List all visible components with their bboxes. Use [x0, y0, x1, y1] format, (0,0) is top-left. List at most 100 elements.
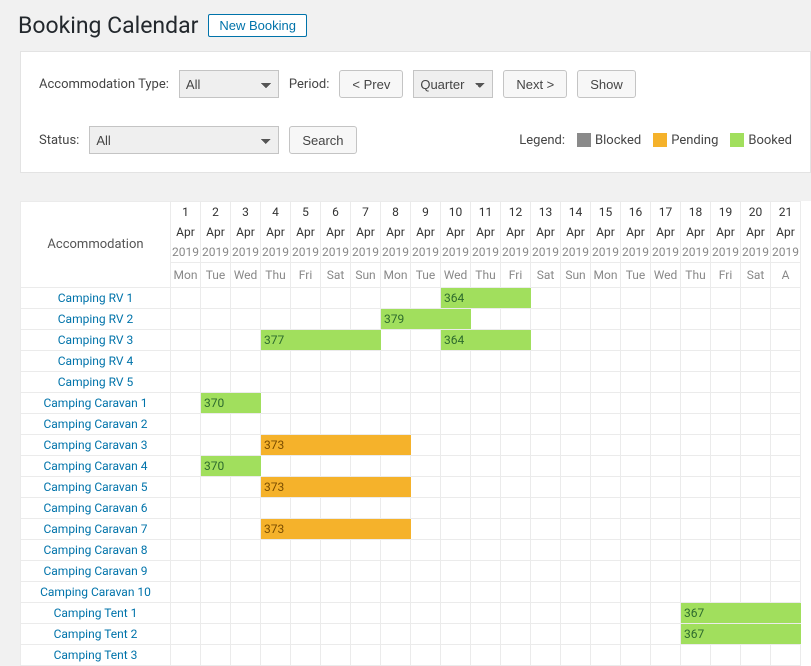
calendar-cell[interactable] [261, 603, 291, 624]
accommodation-link[interactable]: Camping Caravan 8 [43, 543, 147, 557]
calendar-cell[interactable] [441, 540, 471, 561]
calendar-cell[interactable] [621, 477, 651, 498]
calendar-cell[interactable] [381, 351, 411, 372]
calendar-cell[interactable] [771, 414, 801, 435]
calendar-cell[interactable] [261, 540, 291, 561]
calendar-cell[interactable] [171, 477, 201, 498]
calendar-cell[interactable] [621, 309, 651, 330]
calendar-cell[interactable] [231, 561, 261, 582]
calendar-cell[interactable] [741, 477, 771, 498]
calendar-cell[interactable] [381, 624, 411, 645]
calendar-cell[interactable] [681, 414, 711, 435]
calendar-cell[interactable] [411, 603, 441, 624]
calendar-cell[interactable] [561, 372, 591, 393]
calendar-cell[interactable] [231, 540, 261, 561]
calendar-cell[interactable] [651, 540, 681, 561]
booking-bar[interactable]: 364 [441, 288, 531, 308]
calendar-cell[interactable] [441, 624, 471, 645]
calendar-cell[interactable] [531, 582, 561, 603]
calendar-cell[interactable] [621, 645, 651, 666]
calendar-cell[interactable] [411, 351, 441, 372]
calendar-cell[interactable] [321, 351, 351, 372]
calendar-cell[interactable] [741, 456, 771, 477]
calendar-cell[interactable] [471, 351, 501, 372]
calendar-cell[interactable] [411, 624, 441, 645]
calendar-cell[interactable] [171, 309, 201, 330]
calendar-cell[interactable] [741, 372, 771, 393]
calendar-cell[interactable] [441, 435, 471, 456]
calendar-cell[interactable] [651, 519, 681, 540]
calendar-cell[interactable] [291, 351, 321, 372]
calendar-cell[interactable] [201, 351, 231, 372]
calendar-cell[interactable] [501, 624, 531, 645]
calendar-cell[interactable] [651, 645, 681, 666]
calendar-cell[interactable] [261, 393, 291, 414]
calendar-cell[interactable] [201, 288, 231, 309]
calendar-cell[interactable] [651, 456, 681, 477]
calendar-cell[interactable] [471, 561, 501, 582]
calendar-cell[interactable] [771, 456, 801, 477]
calendar-cell[interactable] [711, 372, 741, 393]
calendar-cell[interactable] [591, 582, 621, 603]
calendar-cell[interactable] [651, 393, 681, 414]
calendar-cell[interactable] [771, 540, 801, 561]
calendar-cell[interactable] [531, 456, 561, 477]
search-button[interactable]: Search [289, 126, 356, 154]
calendar-cell[interactable]: 370 [201, 456, 231, 477]
calendar-cell[interactable] [201, 435, 231, 456]
calendar-cell[interactable] [441, 645, 471, 666]
calendar-cell[interactable] [501, 519, 531, 540]
calendar-cell[interactable] [171, 498, 201, 519]
calendar-cell[interactable] [591, 645, 621, 666]
calendar-cell[interactable] [621, 540, 651, 561]
calendar-cell[interactable] [621, 435, 651, 456]
calendar-cell[interactable] [411, 393, 441, 414]
calendar-cell[interactable] [441, 456, 471, 477]
calendar-cell[interactable] [531, 477, 561, 498]
calendar-cell[interactable] [651, 435, 681, 456]
accommodation-link[interactable]: Camping Caravan 9 [43, 564, 147, 578]
calendar-cell[interactable] [561, 498, 591, 519]
calendar-cell[interactable] [741, 288, 771, 309]
accommodation-type-select[interactable]: All [179, 70, 279, 98]
calendar-cell[interactable] [321, 309, 351, 330]
calendar-cell[interactable] [381, 498, 411, 519]
calendar-cell[interactable] [381, 393, 411, 414]
calendar-cell[interactable] [771, 498, 801, 519]
calendar-cell[interactable] [411, 645, 441, 666]
calendar-cell[interactable] [621, 351, 651, 372]
booking-bar[interactable]: 370 [201, 456, 261, 476]
calendar-cell[interactable] [351, 414, 381, 435]
calendar-cell[interactable] [321, 603, 351, 624]
calendar-cell[interactable] [261, 498, 291, 519]
calendar-cell[interactable] [771, 351, 801, 372]
calendar-cell[interactable] [741, 582, 771, 603]
calendar-cell[interactable] [531, 393, 561, 414]
calendar-cell[interactable] [681, 519, 711, 540]
calendar-cell[interactable] [351, 540, 381, 561]
calendar-cell[interactable] [411, 414, 441, 435]
calendar-cell[interactable] [771, 309, 801, 330]
calendar-cell[interactable] [291, 498, 321, 519]
calendar-cell[interactable] [711, 498, 741, 519]
calendar-cell[interactable] [171, 645, 201, 666]
calendar-cell[interactable]: 367 [681, 603, 711, 624]
accommodation-link[interactable]: Camping Caravan 7 [43, 522, 147, 536]
calendar-cell[interactable] [531, 309, 561, 330]
calendar-cell[interactable] [441, 603, 471, 624]
calendar-cell[interactable] [711, 288, 741, 309]
calendar-cell[interactable] [591, 498, 621, 519]
calendar-cell[interactable] [681, 582, 711, 603]
calendar-cell[interactable] [441, 393, 471, 414]
calendar-cell[interactable] [531, 414, 561, 435]
calendar-cell[interactable] [291, 645, 321, 666]
calendar-cell[interactable] [381, 372, 411, 393]
calendar-cell[interactable] [411, 288, 441, 309]
calendar-cell[interactable] [531, 540, 561, 561]
calendar-cell[interactable] [711, 456, 741, 477]
prev-button[interactable]: < Prev [339, 70, 403, 98]
calendar-cell[interactable] [171, 582, 201, 603]
calendar-cell[interactable] [321, 288, 351, 309]
calendar-cell[interactable] [651, 414, 681, 435]
calendar-cell[interactable] [651, 624, 681, 645]
